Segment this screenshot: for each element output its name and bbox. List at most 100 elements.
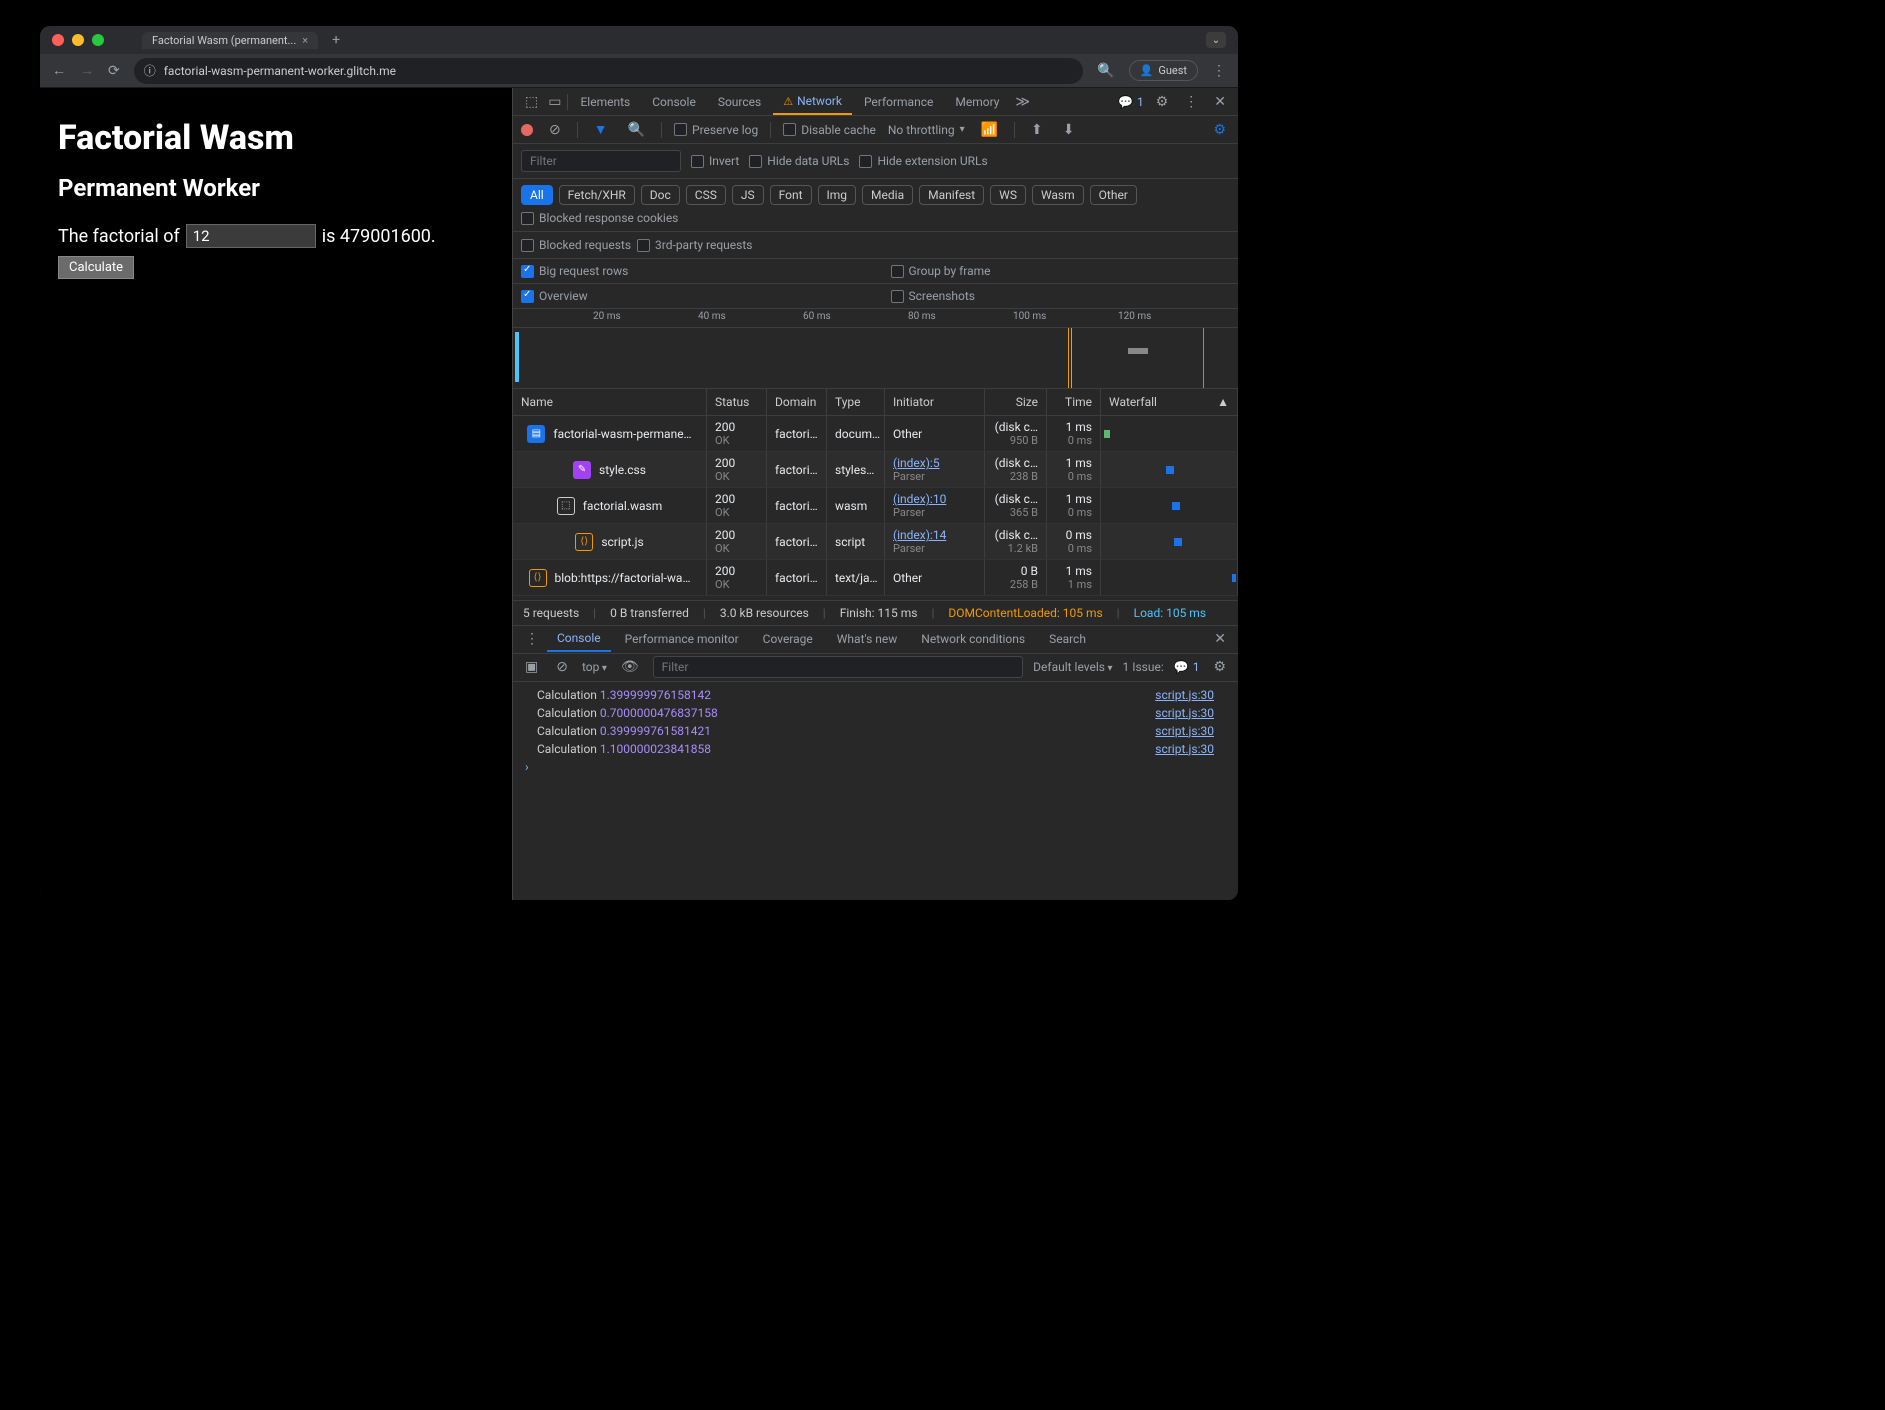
blocked-requests-checkbox[interactable]: Blocked requests	[521, 238, 631, 252]
network-row[interactable]: ⟨⟩script.js 200OK factori… script (index…	[513, 524, 1238, 560]
tab-elements[interactable]: Elements	[570, 90, 640, 114]
col-name[interactable]: Name	[513, 389, 707, 415]
console-prompt[interactable]: ›	[513, 758, 1238, 776]
disable-cache-checkbox[interactable]: Disable cache	[783, 123, 876, 137]
pill-manifest[interactable]: Manifest	[919, 185, 984, 205]
console-log-row[interactable]: Calculation 0.399999761581421 script.js:…	[513, 722, 1238, 740]
network-settings-icon[interactable]: ⚙	[1209, 118, 1230, 142]
col-waterfall[interactable]: Waterfall▲	[1101, 389, 1238, 415]
preserve-log-checkbox[interactable]: Preserve log	[674, 123, 758, 137]
screenshots-checkbox[interactable]: Screenshots	[891, 289, 975, 303]
throttling-select[interactable]: No throttling	[888, 123, 965, 137]
zoom-icon[interactable]: 🔍	[1097, 63, 1114, 79]
close-devtools-icon[interactable]: ✕	[1210, 90, 1230, 114]
drawer-tab-search[interactable]: Search	[1039, 627, 1096, 651]
tab-memory[interactable]: Memory	[945, 90, 1009, 114]
pill-fetch[interactable]: Fetch/XHR	[559, 185, 635, 205]
device-toggle-icon[interactable]: ▭	[544, 90, 565, 114]
network-timeline[interactable]: 20 ms 40 ms 60 ms 80 ms 100 ms 120 ms	[513, 309, 1238, 389]
console-log-row[interactable]: Calculation 0.7000000476837158 script.js…	[513, 704, 1238, 722]
pill-js[interactable]: JS	[732, 185, 764, 205]
pill-doc[interactable]: Doc	[641, 185, 680, 205]
pill-other[interactable]: Other	[1090, 185, 1137, 205]
console-issue-badge[interactable]: 💬1	[1174, 660, 1200, 674]
log-levels-select[interactable]: Default levels	[1033, 660, 1112, 674]
col-size[interactable]: Size	[985, 389, 1047, 415]
drawer-tab-console[interactable]: Console	[547, 626, 611, 652]
overview-checkbox[interactable]: Overview	[521, 289, 588, 303]
pill-all[interactable]: All	[521, 185, 553, 205]
network-filter-input[interactable]	[521, 150, 681, 172]
factorial-input[interactable]	[186, 224, 316, 248]
log-source-link[interactable]: script.js:30	[1155, 742, 1214, 756]
tab-console[interactable]: Console	[642, 90, 706, 114]
console-log-row[interactable]: Calculation 1.399999976158142 script.js:…	[513, 686, 1238, 704]
drawer-tab-performance-monitor[interactable]: Performance monitor	[615, 627, 749, 651]
col-time[interactable]: Time	[1047, 389, 1101, 415]
search-icon[interactable]: 🔍	[624, 118, 649, 142]
network-row[interactable]: ⟨⟩blob:https://factorial-wa… 200OK facto…	[513, 560, 1238, 596]
console-log-row[interactable]: Calculation 1.100000023841858 script.js:…	[513, 740, 1238, 758]
close-drawer-icon[interactable]: ✕	[1210, 627, 1230, 651]
settings-icon[interactable]: ⚙	[1152, 90, 1173, 114]
window-menu-button[interactable]: ⌄	[1206, 32, 1226, 48]
download-har-icon[interactable]: ⬇	[1059, 118, 1079, 142]
maximize-window[interactable]	[92, 34, 104, 46]
inspect-icon[interactable]: ⬚	[521, 90, 542, 114]
context-select[interactable]: top	[582, 660, 607, 674]
profile-button[interactable]: 👤 Guest	[1129, 60, 1198, 81]
more-tabs-icon[interactable]: ≫	[1011, 90, 1034, 114]
new-tab-button[interactable]: +	[332, 32, 340, 48]
pill-css[interactable]: CSS	[686, 185, 726, 205]
devtools-menu-icon[interactable]: ⋮	[1180, 90, 1202, 114]
drawer-menu-icon[interactable]: ⋮	[521, 627, 543, 651]
network-conditions-icon[interactable]: 📶	[977, 118, 1002, 142]
site-info-icon[interactable]: ⓘ	[144, 62, 156, 79]
pill-ws[interactable]: WS	[990, 185, 1026, 205]
minimize-window[interactable]	[72, 34, 84, 46]
col-status[interactable]: Status	[707, 389, 767, 415]
close-window[interactable]	[52, 34, 64, 46]
log-source-link[interactable]: script.js:30	[1155, 706, 1214, 720]
browser-menu-button[interactable]: ⋮	[1212, 63, 1226, 79]
third-party-checkbox[interactable]: 3rd-party requests	[637, 238, 752, 252]
reload-button[interactable]: ⟳	[108, 63, 120, 79]
blocked-cookies-checkbox[interactable]: Blocked response cookies	[521, 211, 678, 225]
drawer-tab-network-conditions[interactable]: Network conditions	[911, 627, 1035, 651]
big-rows-checkbox[interactable]: Big request rows	[521, 264, 628, 278]
initiator-link[interactable]: (index):14	[893, 528, 976, 542]
network-row[interactable]: ✎style.css 200OK factori… styles… (index…	[513, 452, 1238, 488]
col-type[interactable]: Type	[827, 389, 885, 415]
pill-img[interactable]: Img	[818, 185, 857, 205]
log-source-link[interactable]: script.js:30	[1155, 724, 1214, 738]
invert-checkbox[interactable]: Invert	[691, 154, 739, 168]
live-expression-icon[interactable]: 👁	[617, 655, 643, 679]
hide-extension-urls-checkbox[interactable]: Hide extension URLs	[859, 154, 987, 168]
pill-wasm[interactable]: Wasm	[1032, 185, 1084, 205]
filter-toggle-icon[interactable]: ▼	[590, 117, 612, 142]
console-sidebar-icon[interactable]: ▣	[521, 655, 542, 679]
back-button[interactable]: ←	[52, 62, 66, 79]
console-settings-icon[interactable]: ⚙	[1209, 655, 1230, 679]
network-row[interactable]: ▤factorial-wasm-permane… 200OK factori… …	[513, 416, 1238, 452]
upload-har-icon[interactable]: ⬆	[1027, 118, 1047, 142]
col-domain[interactable]: Domain	[767, 389, 827, 415]
network-row[interactable]: ⬚factorial.wasm 200OK factori… wasm (ind…	[513, 488, 1238, 524]
col-initiator[interactable]: Initiator	[885, 389, 985, 415]
close-tab-icon[interactable]: ×	[302, 34, 308, 47]
tab-performance[interactable]: Performance	[854, 90, 943, 114]
calculate-button[interactable]: Calculate	[58, 256, 134, 279]
initiator-link[interactable]: (index):10	[893, 492, 976, 506]
group-frame-checkbox[interactable]: Group by frame	[891, 264, 991, 278]
console-clear-icon[interactable]: ⊘	[552, 655, 572, 679]
console-filter-input[interactable]	[653, 656, 1024, 678]
issues-badge[interactable]: 💬1	[1118, 95, 1144, 109]
tab-sources[interactable]: Sources	[708, 90, 771, 114]
forward-button[interactable]: →	[80, 62, 94, 79]
hide-data-urls-checkbox[interactable]: Hide data URLs	[749, 154, 849, 168]
address-bar[interactable]: ⓘ factorial-wasm-permanent-worker.glitch…	[134, 58, 1083, 84]
clear-button[interactable]: ⊘	[545, 118, 565, 142]
pill-media[interactable]: Media	[862, 185, 913, 205]
browser-tab[interactable]: Factorial Wasm (permanent... ×	[142, 32, 318, 49]
drawer-tab-whatsnew[interactable]: What's new	[827, 627, 908, 651]
